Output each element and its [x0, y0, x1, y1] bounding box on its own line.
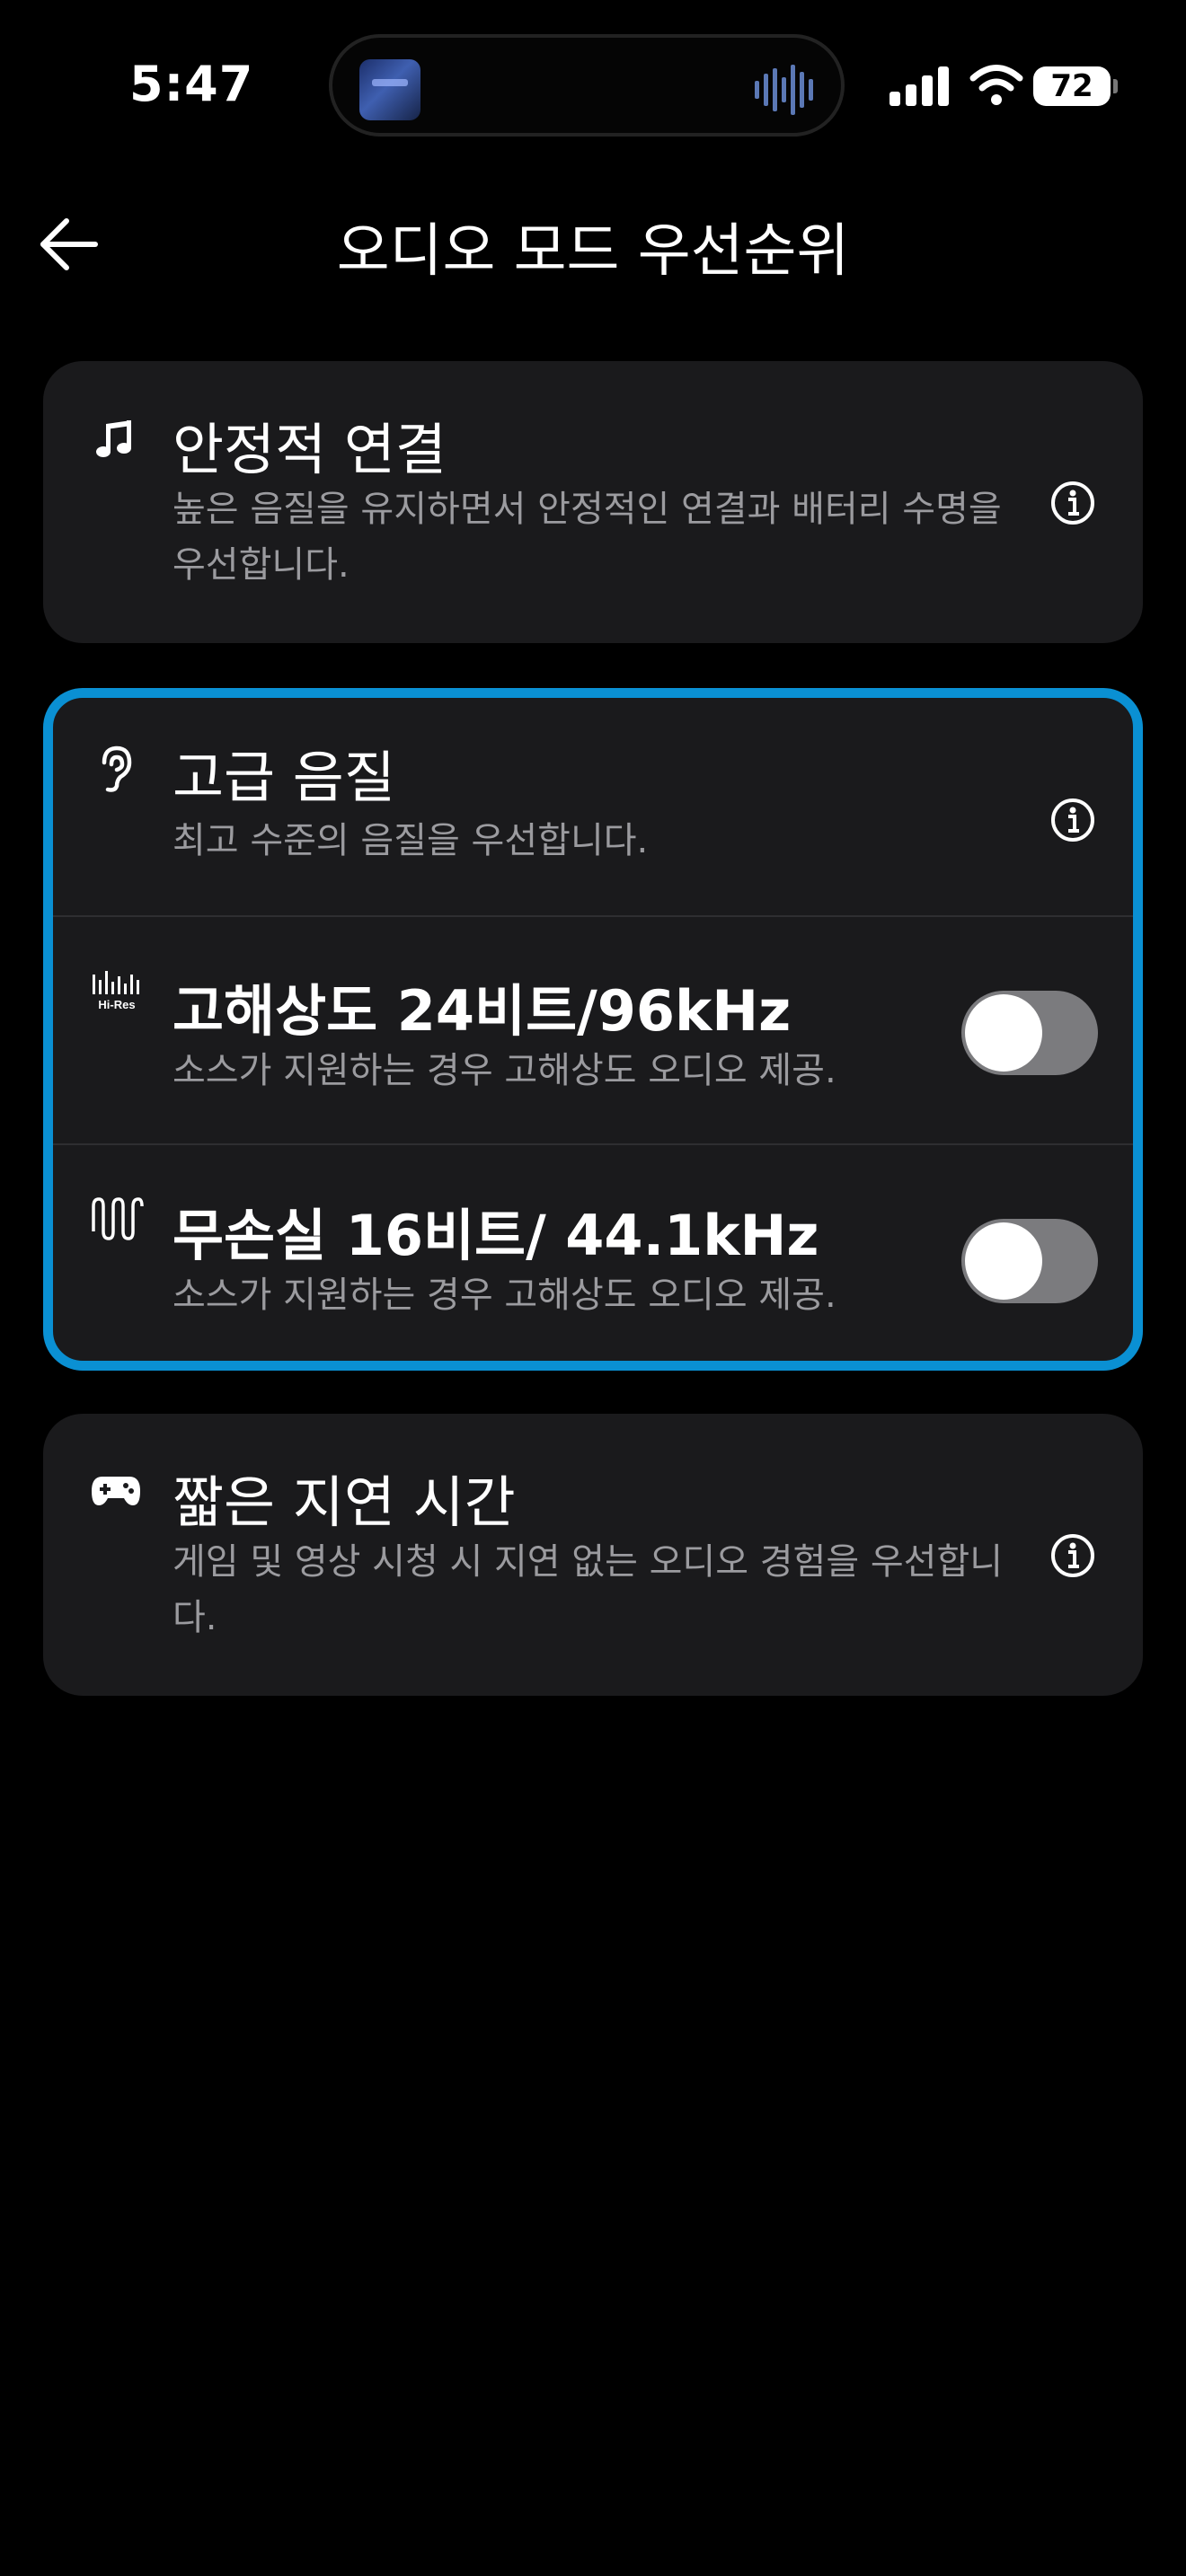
gamepad-icon [92, 1477, 140, 1505]
mode-title: 고급 음질 [173, 745, 395, 810]
album-art[interactable] [359, 59, 420, 120]
info-icon[interactable] [1049, 480, 1096, 526]
mode-description: 높은 음질을 유지하면서 안정적인 연결과 배터리 수명을 우선합니다. [173, 489, 1002, 586]
status-indicators: 72 [890, 63, 1123, 110]
lossless-wave-icon [92, 1197, 144, 1240]
battery-icon: 72 [1033, 66, 1118, 106]
mode-description: 게임 및 영상 시청 시 지연 없는 오디오 경험을 우선합니다. [173, 1541, 1004, 1638]
dynamic-island[interactable] [329, 34, 845, 137]
info-icon[interactable] [1049, 1532, 1096, 1579]
status-bar: 5:47 72 [0, 0, 1186, 180]
option-hi-res: Hi-Res 고해상도 24비트/96kHz 소스가 지원하는 경우 고해상도 … [53, 917, 1133, 1143]
page-title: 오디오 모드 우선순위 [336, 218, 850, 285]
mode-title: 짧은 지연 시간 [173, 1469, 516, 1535]
mode-card-low-latency[interactable]: 짧은 지연 시간 게임 및 영상 시청 시 지연 없는 오디오 경험을 우선합니… [43, 1414, 1143, 1696]
status-time: 5:47 [129, 56, 254, 112]
option-lossless: 무손실 16비트/ 44.1kHz 소스가 지원하는 경우 고해상도 오디오 제… [53, 1145, 1133, 1361]
lossless-toggle[interactable] [961, 1219, 1098, 1303]
waveform-icon [755, 65, 813, 115]
mode-card-stable[interactable]: 안정적 연결 높은 음질을 유지하면서 안정적인 연결과 배터리 수명을 우선합… [43, 361, 1143, 643]
info-icon[interactable] [1049, 797, 1096, 843]
mode-card-high-quality[interactable]: 고급 음질 최고 수준의 음질을 우선합니다. Hi-Res 고해상도 24비트… [43, 688, 1143, 1371]
option-description: 소스가 지원하는 경우 고해상도 오디오 제공. [173, 1275, 836, 1316]
hi-res-toggle[interactable] [961, 991, 1098, 1075]
toggle-knob [965, 1222, 1042, 1300]
ear-icon [102, 745, 132, 792]
option-description: 소스가 지원하는 경우 고해상도 오디오 제공. [173, 1050, 836, 1091]
music-note-icon [96, 420, 131, 457]
signal-icon [890, 66, 949, 106]
option-title: 무손실 16비트/ 44.1kHz [173, 1203, 819, 1268]
toggle-knob [965, 994, 1042, 1072]
option-title: 고해상도 24비트/96kHz [173, 978, 792, 1044]
hi-res-icon: Hi-Res [93, 971, 139, 1011]
mode-title: 안정적 연결 [173, 417, 447, 482]
wifi-icon [969, 65, 1023, 105]
mode-description: 최고 수준의 음질을 우선합니다. [173, 820, 649, 861]
hi-res-icon-label: Hi-Res [98, 998, 135, 1011]
mode-header-high-quality[interactable]: 고급 음질 최고 수준의 음질을 우선합니다. [53, 698, 1133, 915]
